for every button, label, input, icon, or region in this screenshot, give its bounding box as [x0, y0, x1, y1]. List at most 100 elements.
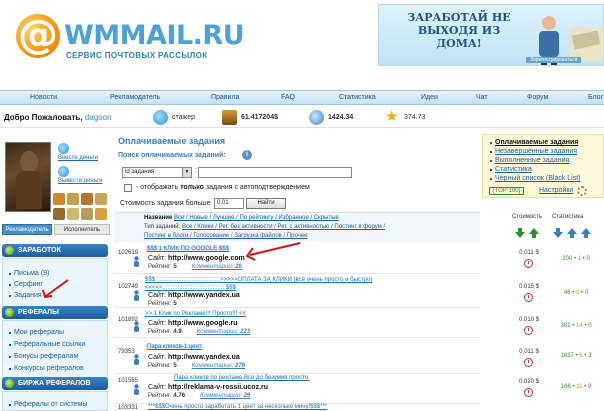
- rmenu-completed[interactable]: Выполненные задания: [490, 157, 569, 164]
- sort-desc-icon[interactable]: [515, 228, 525, 238]
- ad-banner[interactable]: ЗАРАБОТАЙ НЕ ВЫХОДЯ ИЗ ДОМА! Зарегистрир…: [378, 4, 604, 66]
- table-row: 101892 >> 1 Клик по Рекламе!!! Просто!!!…: [114, 308, 480, 338]
- comments-link[interactable]: Комментарии: 28: [192, 264, 242, 270]
- globe-icon: [309, 110, 324, 125]
- comments-link[interactable]: Комментарии: 276: [192, 363, 245, 369]
- tab-performer[interactable]: Исполнитель: [54, 224, 110, 235]
- task-stats: 166 • 11 • 0: [560, 384, 592, 390]
- sort-asc-icon[interactable]: [529, 228, 539, 238]
- sort-asc-icon[interactable]: [581, 228, 591, 238]
- rmenu-blacklist[interactable]: Черный список (Black List): [490, 175, 581, 182]
- logo-subtitle: СЕРВИС ПОЧТОВЫХ РАССЫЛОК: [66, 51, 208, 60]
- nav-news[interactable]: Новости: [30, 91, 57, 104]
- bag-icon[interactable]: [67, 193, 79, 205]
- task-title-link[interactable]: $$$:::::::::::::::::::::::::::::::::::::…: [145, 276, 425, 292]
- nav-chat[interactable]: Чат: [476, 91, 488, 104]
- menu-item-letters[interactable]: Письма (9): [9, 270, 49, 277]
- book-icon[interactable]: [81, 208, 93, 220]
- tasks-menu-box: Оплачиваемые задания Незавершенные задан…: [482, 134, 604, 198]
- page-title: Оплачиваемые задания: [118, 136, 226, 146]
- deposit-icon: [58, 143, 69, 154]
- rmenu-paid-tasks[interactable]: Оплачиваемые задания: [490, 139, 578, 146]
- task-cost: 0.010 $: [518, 317, 540, 323]
- chevron-down-icon: ▼: [182, 168, 191, 177]
- nav-statistics[interactable]: Статистика: [339, 91, 376, 104]
- scroll-icon[interactable]: [95, 193, 107, 205]
- autoconfirm-label: - отображать только задания с автоподтве…: [136, 184, 310, 191]
- menu-item-tasks[interactable]: Задания: [9, 292, 42, 299]
- coins-icon[interactable]: [53, 193, 65, 205]
- cost-label: Стоимость задания больше: [120, 200, 211, 207]
- search-input[interactable]: [198, 167, 352, 178]
- nav-blog[interactable]: Блог: [588, 91, 603, 104]
- user-avatar[interactable]: [5, 142, 51, 212]
- withdraw-icon: [58, 166, 69, 177]
- cost-input[interactable]: 0.01: [214, 198, 244, 209]
- mail-icon[interactable]: [67, 208, 79, 220]
- menu-exchange-header[interactable]: БИРЖА РЕФЕРАЛОВ: [2, 377, 108, 390]
- menu-referrals-header[interactable]: РЕФЕРАЛЫ: [2, 306, 108, 319]
- table-row: 101585 Пара кликов по рекламе.Все до без…: [114, 374, 480, 404]
- menu-item-referral-links[interactable]: Реферальные ссылки: [9, 341, 85, 348]
- person-icon: [134, 354, 139, 365]
- task-title-link[interactable]: Пара кликов-1 цент: [145, 344, 204, 350]
- search-label: Поиск оплачиваемых заданий:: [118, 152, 226, 159]
- task-cost: 0.015 $: [518, 284, 540, 290]
- table-row: 79353 Пара кликов-1 цент Сайт: http://ww…: [114, 338, 480, 374]
- top100-link[interactable]: [TOP 100]: [489, 187, 525, 195]
- logo-text[interactable]: WMMAIL.RU: [64, 20, 245, 51]
- role-tabs: Рекламодатель Исполнитель: [0, 224, 112, 235]
- filter-links: Название Все / Новые / Лучшие / По рейти…: [144, 215, 386, 239]
- menu-item-referral-bonuses[interactable]: Бонусы рефералам: [9, 353, 78, 360]
- chest-small-icon[interactable]: [81, 193, 93, 205]
- main-content: Оплачиваемые задания Поиск оплачиваемых …: [114, 130, 480, 411]
- menu-item-system-referrals[interactable]: Рефералы от системы: [9, 401, 87, 408]
- sort-asc-icon[interactable]: [567, 228, 577, 238]
- autoconfirm-checkbox[interactable]: [124, 184, 132, 192]
- comments-link[interactable]: Комментарии: 29: [200, 393, 250, 399]
- tab-advertiser[interactable]: Рекламодатель: [2, 224, 52, 235]
- find-button[interactable]: Найти: [246, 198, 286, 209]
- deposit-link[interactable]: Ввести деньги: [58, 155, 98, 161]
- logo-at-icon[interactable]: @: [16, 14, 60, 58]
- banner-text: ЗАРАБОТАЙ НЕ ВЫХОДЯ ИЗ ДОМА!: [407, 11, 511, 50]
- task-cost: 0.011 $: [519, 250, 539, 256]
- menu-item-referral-contests[interactable]: Конкурсы рефералов: [9, 365, 84, 372]
- task-title-link[interactable]: ***$$$Очень просто заработать 1 цент за …: [148, 404, 327, 410]
- nav-rules[interactable]: Правила: [211, 91, 239, 104]
- menu-item-my-referrals[interactable]: Мои рефералы: [9, 329, 64, 336]
- filter-type-links[interactable]: Все / Клики / Рег. без активности / Рег.…: [144, 224, 385, 239]
- sort-desc-icon[interactable]: [553, 228, 563, 238]
- gear-icon[interactable]: [577, 186, 587, 196]
- username-link[interactable]: dagoon: [85, 113, 112, 122]
- rmenu-unfinished[interactable]: Незавершенные задания: [490, 148, 577, 155]
- task-cost: 0.011 $: [519, 349, 539, 355]
- site-header: @ WMMAIL.RU СЕРВИС ПОЧТОВЫХ РАССЫЛОК ЗАР…: [0, 0, 604, 88]
- nav-forum[interactable]: Форум: [527, 91, 548, 104]
- task-title-link[interactable]: $$$ 1 КЛИК ПО GOOGLE $$$: [145, 246, 231, 252]
- comments-link[interactable]: Комментарии: 223: [197, 329, 250, 335]
- red-arrow-icon: [42, 279, 69, 299]
- info-icon[interactable]: i: [242, 150, 252, 160]
- timer-icon: [524, 326, 533, 335]
- menu-exchange: Рефералы от системы: [2, 391, 108, 411]
- box-icon[interactable]: [53, 208, 65, 220]
- nav-faq[interactable]: FAQ: [281, 91, 295, 104]
- task-stats: 1637 • 6 • 3: [560, 353, 592, 359]
- nav-advertiser[interactable]: Рекламодатель: [110, 91, 160, 104]
- timer-icon: [524, 293, 533, 302]
- nav-ideas[interactable]: Идеи: [421, 91, 438, 104]
- settings-link[interactable]: Настройки: [539, 187, 573, 194]
- timer-icon: [524, 358, 533, 367]
- withdraw-link[interactable]: Вывести деньги: [58, 178, 102, 184]
- banner-button[interactable]: Зарегистрироваться: [526, 57, 582, 63]
- menu-item-surfing[interactable]: Серфинг: [9, 281, 43, 288]
- task-title-link[interactable]: Пара кликов по рекламе.Все до безумия пр…: [174, 375, 310, 381]
- search-type-select[interactable]: id задания ▼: [122, 167, 192, 178]
- rmenu-statistics[interactable]: Статистика: [490, 166, 532, 173]
- person-icon: [134, 384, 139, 395]
- gift-icon[interactable]: [95, 208, 107, 220]
- menu-earnings-header[interactable]: ЗАРАБОТОК: [2, 244, 108, 257]
- task-title-link[interactable]: >> 1 Клик по Рекламе!!! Просто!!! <<: [145, 311, 246, 317]
- filter-sort-links[interactable]: Все / Новые / Лучшие / По рейтингу / Изб…: [174, 215, 339, 221]
